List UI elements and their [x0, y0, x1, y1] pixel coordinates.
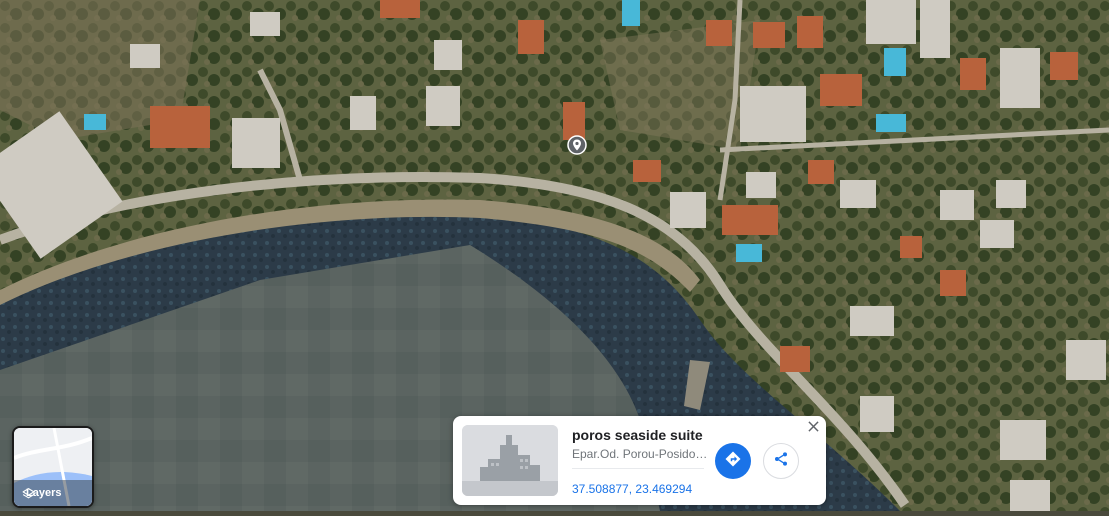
share-icon — [773, 451, 789, 472]
close-button[interactable] — [805, 420, 821, 436]
directions-icon — [724, 450, 742, 473]
place-card: poros seaside suite Epar.Od. Porou-Posid… — [453, 416, 826, 505]
share-button[interactable] — [763, 443, 799, 479]
place-coordinates[interactable]: 37.508877, 23.469294 — [572, 482, 692, 496]
card-divider — [572, 468, 704, 469]
location-pin-icon[interactable] — [567, 135, 587, 155]
directions-button[interactable] — [715, 443, 751, 479]
close-icon — [807, 419, 819, 437]
layers-button[interactable]: Layers — [12, 426, 94, 508]
place-thumbnail[interactable] — [462, 425, 558, 496]
place-title: poros seaside suite — [572, 427, 703, 443]
place-address: Epar.Od. Porou-Posidoniou — [572, 447, 710, 461]
layers-label-row: Layers — [22, 487, 61, 499]
